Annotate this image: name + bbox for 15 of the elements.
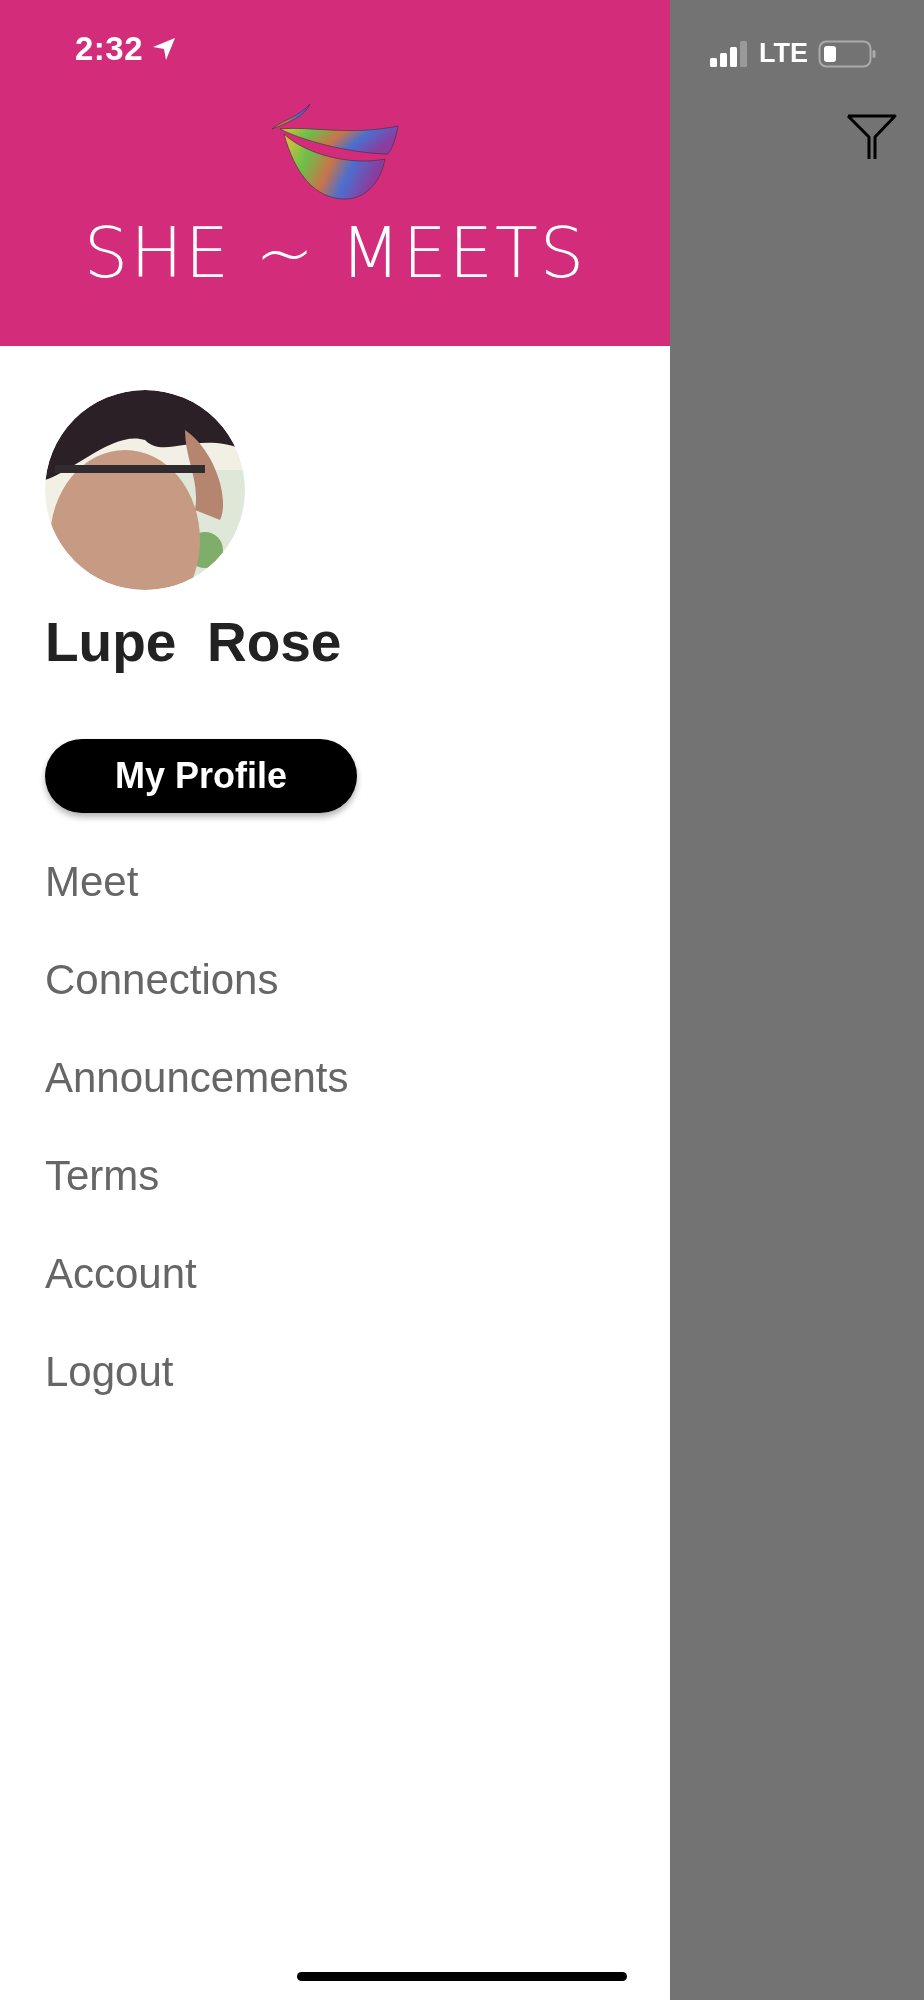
menu-item[interactable]: Meet [45, 860, 139, 903]
my-profile-button[interactable]: My Profile [45, 738, 357, 813]
profile-name: Lupe Rose [45, 612, 342, 673]
menu-item[interactable]: Announcements [45, 1056, 349, 1099]
battery-icon [818, 39, 876, 68]
location-arrow-icon [151, 36, 178, 62]
menu-item[interactable]: Connections [45, 958, 279, 1001]
filter-icon[interactable] [846, 113, 898, 161]
menu-item[interactable]: Terms [45, 1154, 160, 1197]
menu-item[interactable]: Logout [45, 1350, 174, 1393]
network-label: LTE [759, 38, 808, 69]
signal-icon [710, 40, 749, 67]
logo-text: SHE ~ MEETS [83, 218, 587, 288]
status-time: 2:32 [75, 30, 144, 68]
menu-item[interactable]: Account [45, 1252, 197, 1295]
